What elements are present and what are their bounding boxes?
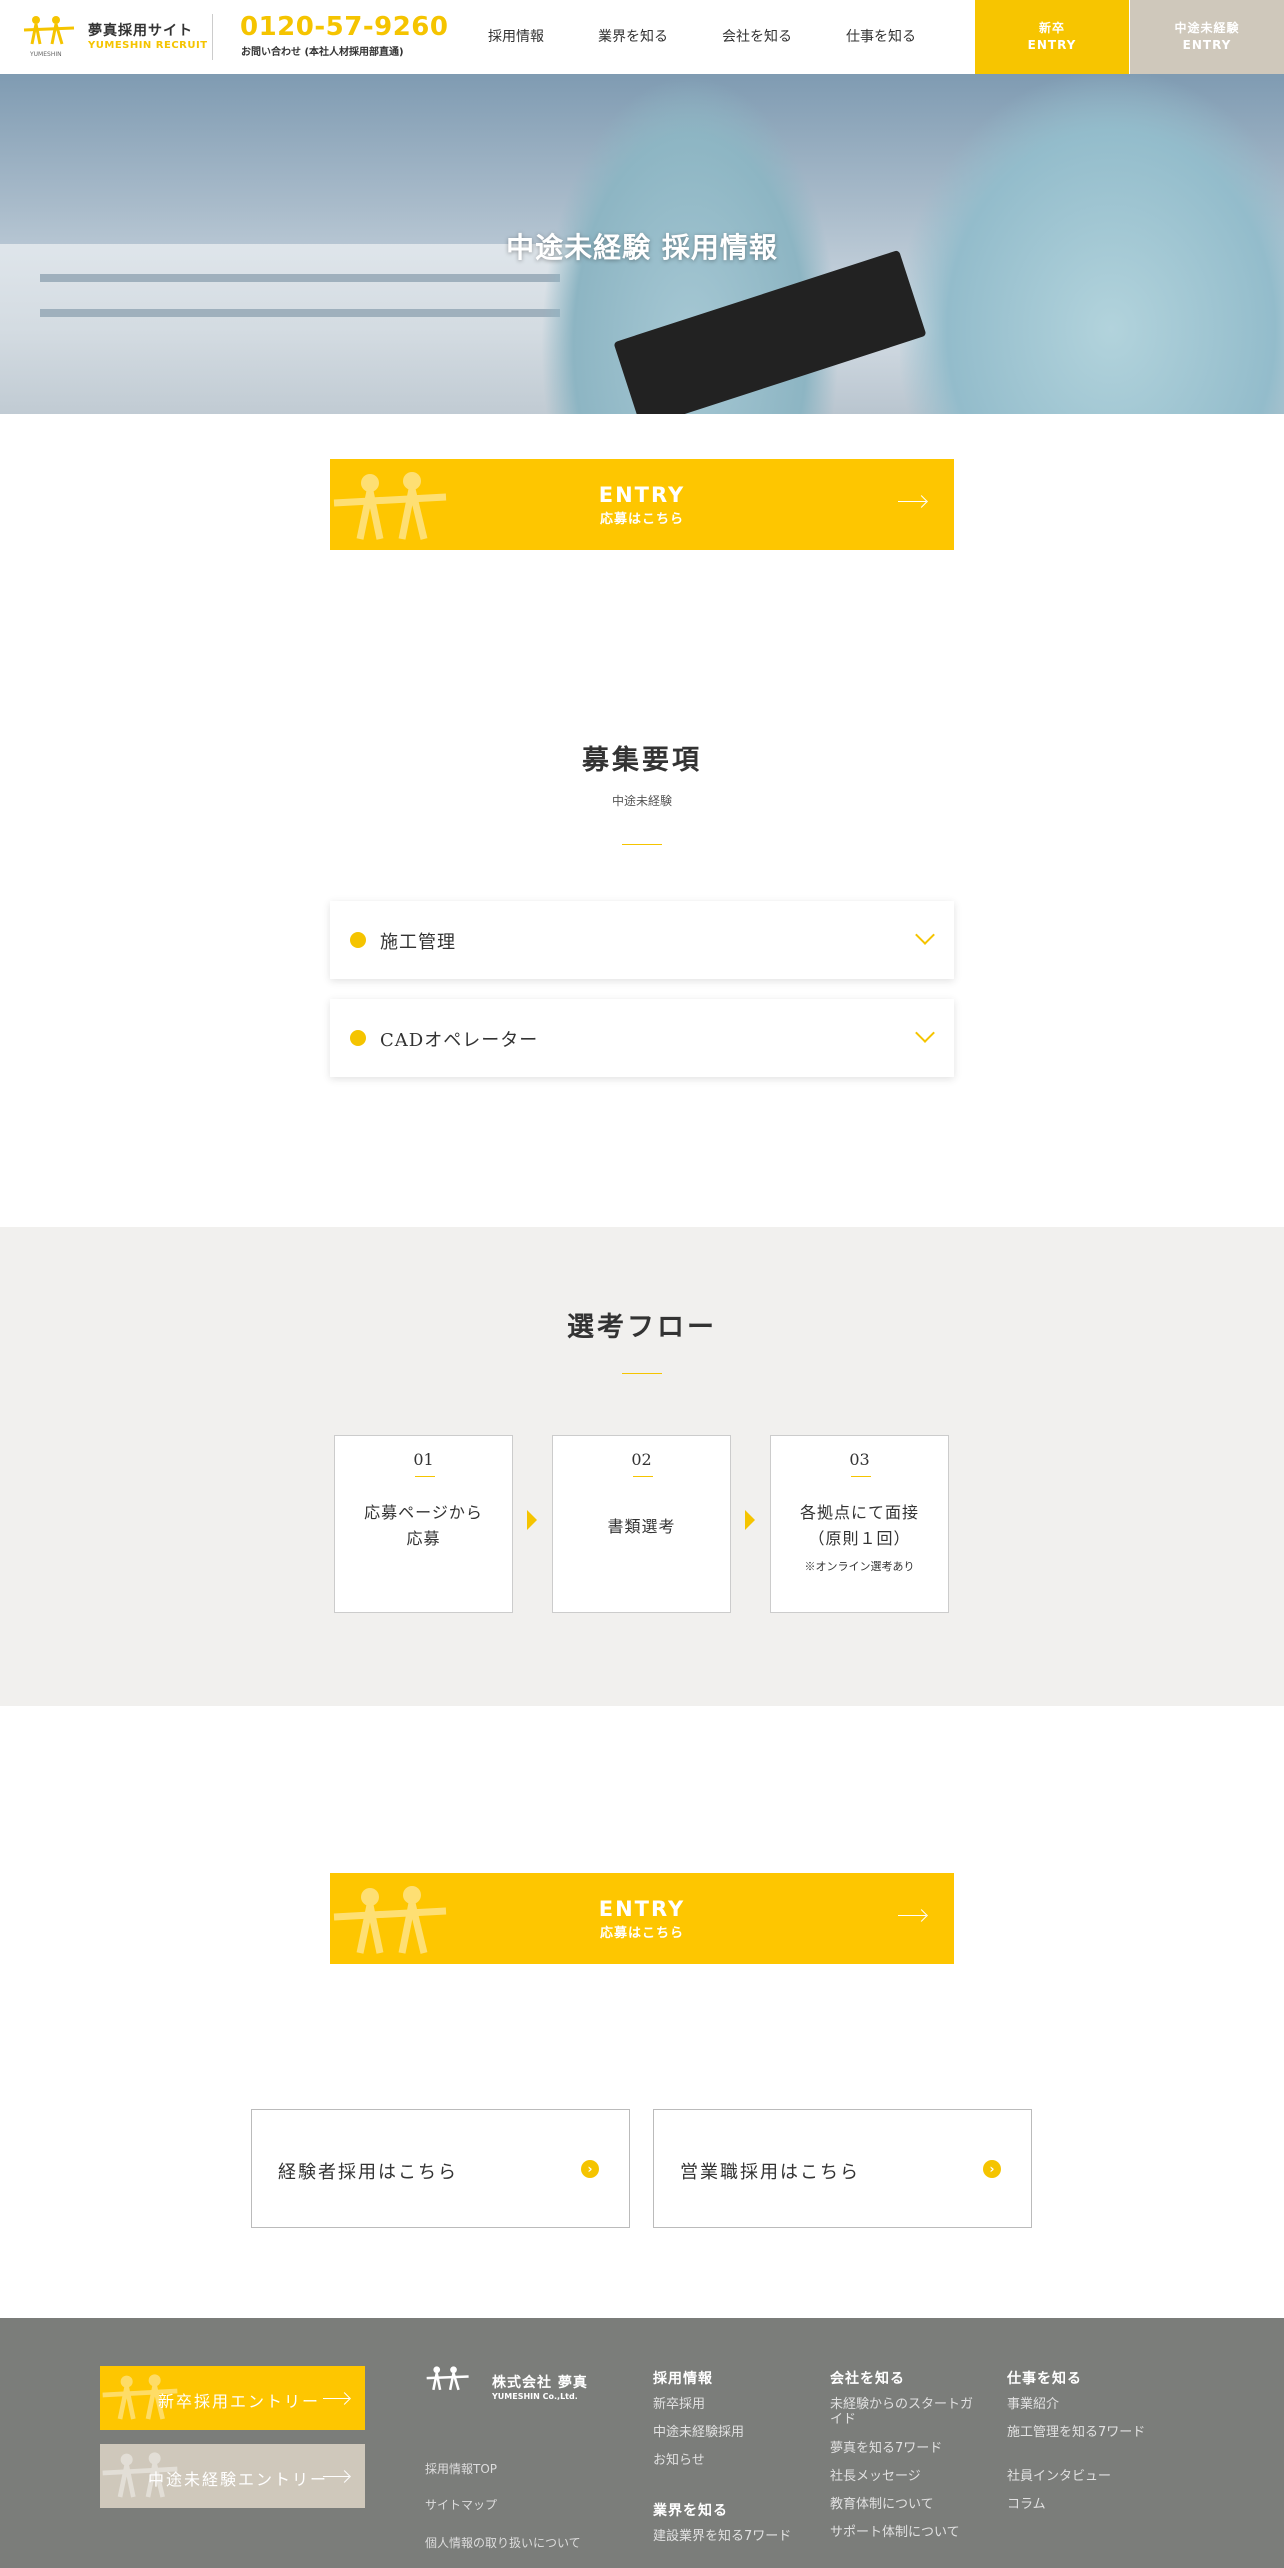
nav-recruit-info[interactable]: 採用情報: [488, 26, 544, 46]
flow-title: 選考フロー: [567, 1312, 717, 1343]
footer-link[interactable]: 夢真を知る7ワード: [830, 2441, 980, 2457]
nav-work[interactable]: 仕事を知る: [846, 26, 916, 46]
footer-col-heading[interactable]: 業界を知る: [653, 2500, 728, 2520]
flow-step-number: 01: [413, 1450, 434, 1469]
caret-right-icon: [527, 1510, 537, 1530]
footer-link[interactable]: 施工管理を知る7ワード: [1007, 2425, 1157, 2441]
accordion-item-cad-operator[interactable]: CADオペレーター: [330, 999, 954, 1077]
flow-step: 03 各拠点にて面接 （原則１回） ※オンライン選考あり: [770, 1435, 949, 1613]
sales-recruit-link[interactable]: 営業職採用はこちら ›: [653, 2109, 1032, 2228]
entry-banner[interactable]: ENTRY 応募はこちら: [330, 1873, 954, 1964]
footer-link-recruit-top[interactable]: 採用情報TOP: [425, 2460, 497, 2477]
svg-text:YUMESHIN: YUMESHIN: [29, 51, 62, 58]
entry-banner-jp: 応募はこちら: [599, 1926, 684, 1941]
entry-banner-en: ENTRY: [598, 1897, 686, 1921]
footer-link[interactable]: お知らせ: [653, 2453, 803, 2469]
hero-banner: 中途未経験 採用情報: [0, 74, 1284, 414]
footer-link[interactable]: 事業紹介: [1007, 2397, 1157, 2413]
flow-step-text: （原則１回）: [808, 1529, 911, 1548]
bullet-dot-icon: [350, 1030, 366, 1046]
footer-entry-label: 中途未経験エントリー: [148, 2470, 329, 2489]
footer-link[interactable]: 新卒採用: [653, 2397, 803, 2413]
phone-number[interactable]: 0120-57-9260: [240, 12, 449, 42]
circle-arrow-icon: ›: [983, 2160, 1001, 2178]
footer-link[interactable]: 未経験からのスタートガイド: [830, 2397, 980, 2428]
entry-new-line1: 新卒: [1038, 21, 1065, 36]
header-divider: [212, 14, 213, 60]
footer-link[interactable]: 中途未経験採用: [653, 2425, 803, 2441]
nav-industry[interactable]: 業界を知る: [598, 26, 668, 46]
bullet-dot-icon: [350, 932, 366, 948]
requirements-subtitle: 中途未経験: [611, 794, 672, 808]
experienced-recruit-link[interactable]: 経験者採用はこちら ›: [251, 2109, 630, 2228]
footer-col-heading[interactable]: 仕事を知る: [1007, 2368, 1082, 2388]
hero-building-image: [0, 244, 600, 414]
footer-link[interactable]: 社員インタビュー: [1007, 2469, 1157, 2485]
entry-banner-jp: 応募はこちら: [599, 512, 684, 527]
site-header: YUMESHIN 夢真採用サイト YUMESHIN RECRUIT 0120-5…: [0, 0, 1284, 74]
new-grad-entry-button[interactable]: 新卒 ENTRY: [975, 0, 1129, 74]
footer-link[interactable]: 教育体制について: [830, 2497, 980, 2513]
accordion-item-construction-management[interactable]: 施工管理: [330, 901, 954, 979]
step-underline: [633, 1476, 653, 1477]
section-divider: [622, 1373, 662, 1374]
company-logo-icon[interactable]: YUMESHIN: [22, 14, 84, 60]
site-name[interactable]: 夢真採用サイト: [88, 20, 193, 40]
footer-company-name: 株式会社 夢真: [492, 2375, 588, 2391]
flow-step-text: 応募: [406, 1529, 441, 1548]
entry-new-line2: ENTRY: [1027, 38, 1077, 52]
phone-note: お問い合わせ (本社人材採用部直通): [241, 47, 404, 58]
step-underline: [851, 1476, 871, 1477]
step-underline: [415, 1476, 435, 1477]
arrow-right-icon: [898, 501, 926, 502]
arrow-right-icon: [898, 1915, 926, 1916]
flow-step-note: ※オンライン選考あり: [804, 1560, 915, 1573]
page-title: 中途未経験 採用情報: [506, 231, 778, 264]
entry-mid-line2: ENTRY: [1182, 38, 1232, 52]
requirements-title: 募集要項: [582, 745, 702, 776]
chevron-down-icon[interactable]: [915, 925, 935, 945]
footer-mid-career-entry-button[interactable]: 中途未経験エントリー: [100, 2444, 365, 2508]
footer-company-en: YUMESHIN Co.,Ltd.: [492, 2392, 578, 2401]
arrow-right-icon: [323, 2398, 349, 2399]
accordion-label: 施工管理: [380, 932, 456, 953]
circle-arrow-icon: ›: [581, 2160, 599, 2178]
footer-entry-label: 新卒採用エントリー: [158, 2392, 321, 2411]
footer-link[interactable]: 社長メッセージ: [830, 2469, 980, 2485]
section-divider: [622, 844, 662, 845]
arrow-right-icon: [323, 2476, 349, 2477]
hero-building-stripe: [40, 274, 560, 282]
entry-banner-en: ENTRY: [598, 483, 686, 507]
caret-right-icon: [745, 1510, 755, 1530]
entry-banner[interactable]: ENTRY 応募はこちら: [330, 459, 954, 550]
flow-step: 02 書類選考: [552, 1435, 731, 1613]
footer-link[interactable]: コラム: [1007, 2497, 1157, 2513]
footer-col-heading[interactable]: 会社を知る: [830, 2368, 905, 2388]
company-logo-icon[interactable]: [425, 2364, 477, 2404]
link-label: 営業職採用はこちら: [680, 2162, 860, 2183]
link-label: 経験者採用はこちら: [278, 2162, 458, 2183]
flow-step-text: 応募ページから: [364, 1503, 483, 1522]
footer-col-heading[interactable]: 採用情報: [653, 2368, 713, 2388]
flow-step: 01 応募ページから 応募: [334, 1435, 513, 1613]
entry-mid-line1: 中途未経験: [1174, 21, 1240, 36]
chevron-down-icon[interactable]: [915, 1023, 935, 1043]
footer-link[interactable]: サポート体制について: [830, 2525, 980, 2541]
site-subtitle: YUMESHIN RECRUIT: [88, 40, 208, 51]
footer-link-privacy[interactable]: 個人情報の取り扱いについて: [425, 2534, 581, 2551]
flow-step-text: 書類選考: [607, 1517, 676, 1536]
nav-company[interactable]: 会社を知る: [722, 26, 792, 46]
footer-new-grad-entry-button[interactable]: 新卒採用エントリー: [100, 2366, 365, 2430]
mid-career-entry-button[interactable]: 中途未経験 ENTRY: [1130, 0, 1284, 74]
hero-building-stripe: [40, 309, 560, 317]
flow-step-text: 各拠点にて面接: [799, 1503, 919, 1522]
footer-link[interactable]: 建設業界を知る7ワード: [653, 2529, 803, 2545]
footer-link-sitemap[interactable]: サイトマップ: [425, 2496, 497, 2513]
site-footer: 新卒採用エントリー 中途未経験エントリー 株式会社 夢真 YUMESHIN Co…: [0, 2318, 1284, 2568]
flow-step-number: 03: [849, 1450, 870, 1469]
flow-step-number: 02: [631, 1450, 652, 1469]
accordion-label: CADオペレーター: [380, 1030, 539, 1051]
